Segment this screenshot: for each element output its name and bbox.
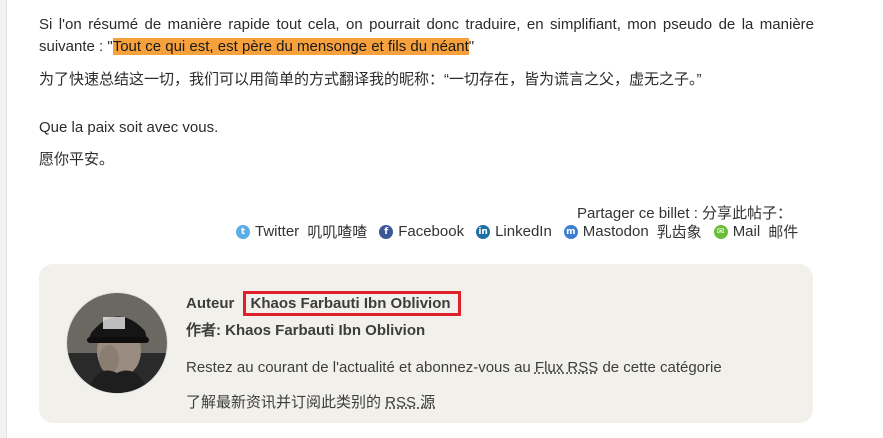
rss-feed-link[interactable]: Flux RSS	[535, 359, 598, 376]
article-paragraph-peace-cn: 愿你平安。	[39, 151, 115, 168]
article-paragraph-peace-fr: Que la paix soit avec vous.	[39, 119, 219, 136]
rss-text-fr: Restez au courant de l'actualité et abon…	[186, 359, 535, 376]
share-twitter-label-cn: 叽叽喳喳	[307, 224, 368, 241]
mail-icon: ✉	[713, 224, 728, 239]
rss-text-cn: 了解最新资讯并订阅此类别的	[186, 394, 386, 411]
rss-line-fr: Restez au courant de l'actualité et abon…	[186, 359, 722, 376]
linkedin-icon: in	[476, 224, 491, 239]
share-mail-label: Mail	[732, 223, 761, 240]
share-linkedin-label: LinkedIn	[495, 223, 552, 240]
share-twitter-link[interactable]: t Twitter 叽叽喳喳	[236, 221, 367, 242]
share-mastodon-label-cn: 乳齿象	[656, 224, 702, 241]
avatar	[67, 293, 167, 393]
author-box: Auteur Khaos Farbauti Ibn Oblivion 作者: K…	[39, 264, 813, 423]
share-mastodon-label: Mastodon	[582, 223, 649, 240]
avatar-photo	[67, 293, 167, 393]
share-links: t Twitter 叽叽喳喳 f Facebook in LinkedIn m …	[236, 221, 798, 242]
rss-text-fr-end: de cette catégorie	[598, 359, 722, 376]
share-title: Partager ce billet : 分享此帖子：	[577, 205, 793, 222]
share-mail-link[interactable]: ✉ Mail 邮件	[713, 221, 799, 242]
share-mail-label-cn: 邮件	[768, 224, 799, 241]
author-name-link[interactable]: Khaos Farbauti Ibn Oblivion	[242, 291, 461, 316]
twitter-icon: t	[236, 224, 250, 239]
highlighted-quote: Tout ce qui est, est père du mensonge et…	[112, 38, 469, 55]
share-twitter-label: Twitter	[255, 223, 300, 240]
share-facebook-label: Facebook	[398, 223, 465, 240]
facebook-icon: f	[379, 224, 394, 239]
rss-feed-link-cn[interactable]: RSS 源	[385, 394, 435, 411]
author-label: Auteur	[186, 295, 235, 312]
article-paragraph-chinese: 为了快速总结这一切，我们可以用简单的方式翻译我的昵称：“一切存在，皆为谎言之父，…	[39, 71, 702, 88]
share-mastodon-link[interactable]: m Mastodon 乳齿象	[563, 221, 702, 242]
left-edge-bar	[0, 0, 7, 438]
article-paragraph-summary: Si l'on résumé de manière rapide tout ce…	[39, 14, 814, 58]
author-line-cn: 作者: Khaos Farbauti Ibn Oblivion	[186, 322, 426, 339]
share-facebook-link[interactable]: f Facebook	[379, 223, 464, 240]
paragraph-text-end: "	[468, 38, 475, 55]
author-line-fr: Auteur Khaos Farbauti Ibn Oblivion	[186, 291, 461, 316]
mastodon-icon: m	[563, 224, 578, 239]
rss-line-cn: 了解最新资讯并订阅此类别的 RSS 源	[186, 391, 435, 412]
share-linkedin-link[interactable]: in LinkedIn	[476, 223, 552, 240]
